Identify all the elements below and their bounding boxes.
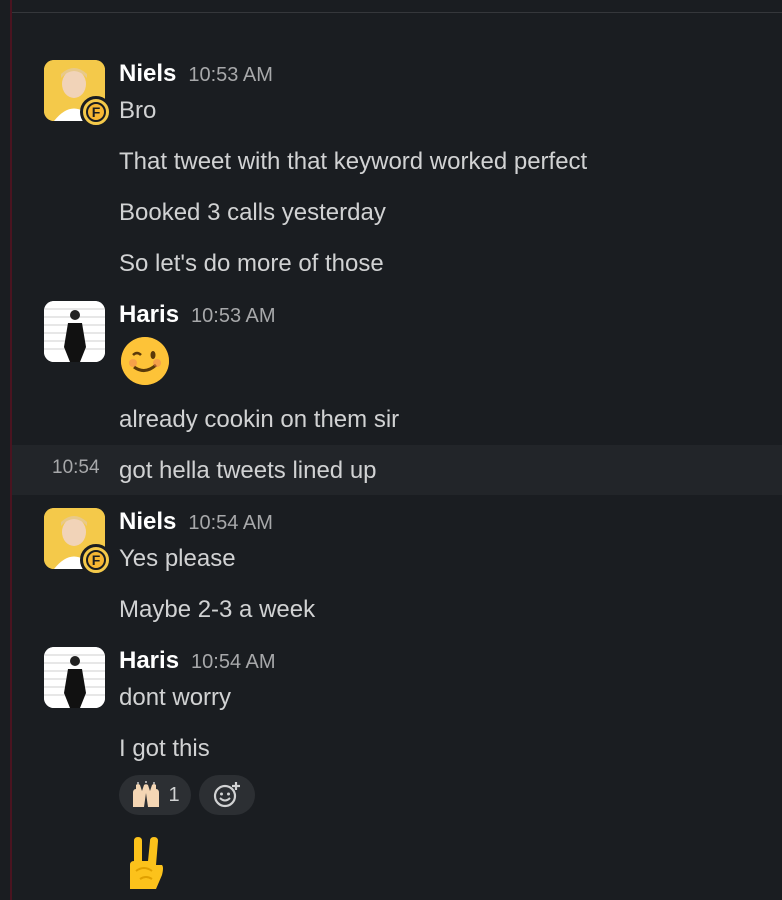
timestamp[interactable]: 10:53 AM: [191, 305, 276, 328]
author-name[interactable]: Haris: [119, 301, 179, 329]
message-header: Haris 10:54 AM: [119, 647, 276, 675]
message-text: I got this: [119, 735, 210, 762]
message-text: already cookin on them sir: [119, 406, 400, 433]
add-reaction-button[interactable]: [199, 775, 255, 815]
reaction-pill[interactable]: 1: [119, 775, 191, 815]
message-pane: F Niels 10:53 AM Bro That tweet with tha…: [0, 0, 782, 900]
author-name[interactable]: Niels: [119, 508, 176, 536]
message-text: Bro: [119, 97, 157, 124]
message-text: Maybe 2-3 a week: [119, 596, 316, 623]
workspace-badge-icon: F: [80, 96, 112, 128]
message-header: Niels 10:53 AM: [119, 60, 273, 88]
user-photo-icon: [44, 301, 105, 362]
sign-of-the-horns-icon: [122, 835, 166, 896]
message-text: dont worry: [119, 684, 232, 711]
raising-hands-icon: [133, 781, 160, 807]
workspace-badge-icon: F: [80, 544, 112, 576]
winking-face-icon: [119, 335, 171, 394]
timestamp[interactable]: 10:54: [52, 457, 100, 479]
message-text: got hella tweets lined up: [119, 457, 377, 484]
author-name[interactable]: Haris: [119, 647, 179, 675]
user-photo-icon: [44, 647, 105, 708]
timestamp[interactable]: 10:53 AM: [188, 64, 273, 87]
avatar[interactable]: [44, 301, 105, 362]
divider: [12, 12, 782, 13]
message-text: Booked 3 calls yesterday: [119, 199, 386, 226]
message-header: Niels 10:54 AM: [119, 508, 273, 536]
timestamp[interactable]: 10:54 AM: [191, 651, 276, 674]
message-header: Haris 10:53 AM: [119, 301, 276, 329]
timestamp[interactable]: 10:54 AM: [188, 512, 273, 535]
message-text: Yes please: [119, 545, 236, 572]
sidebar-edge: [0, 0, 12, 900]
avatar[interactable]: [44, 647, 105, 708]
reaction-count: 1: [168, 783, 180, 806]
add-emoji-icon: [213, 782, 240, 808]
author-name[interactable]: Niels: [119, 60, 176, 88]
message-text: So let's do more of those: [119, 250, 384, 277]
message-text: That tweet with that keyword worked perf…: [119, 148, 588, 175]
message-row-hovered[interactable]: 10:54 got hella tweets lined up: [12, 445, 782, 495]
